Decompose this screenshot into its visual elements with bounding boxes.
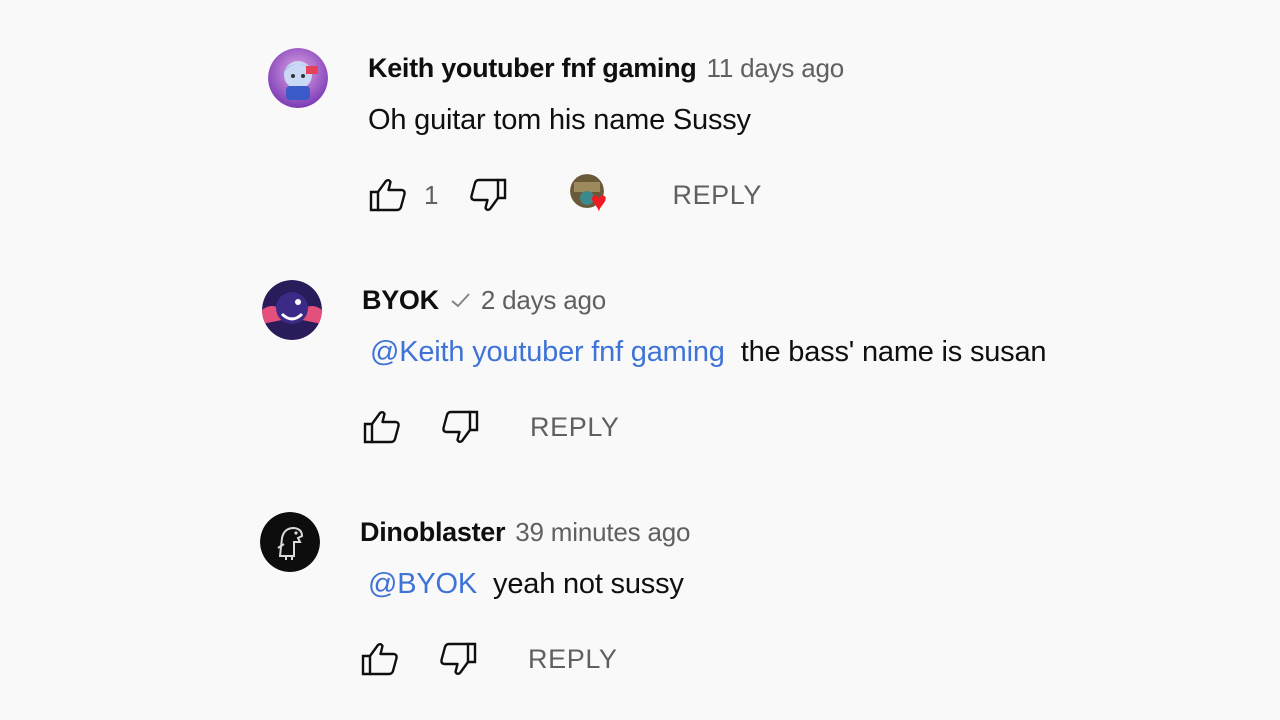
anime-character-avatar-icon: [268, 48, 328, 108]
comment-text: @BYOK yeah not sussy: [368, 560, 1220, 608]
reply-button[interactable]: REPLY: [530, 412, 620, 443]
like-button[interactable]: [368, 175, 408, 215]
comment-author[interactable]: Keith youtuber fnf gaming: [368, 53, 697, 84]
thumbs-up-icon: [369, 179, 406, 212]
comment-actions: 1 ♥ REPLY: [368, 170, 1228, 220]
like-button[interactable]: [362, 407, 402, 447]
comment-content: Oh guitar tom his name Sussy: [368, 104, 751, 136]
dark-character-avatar-icon: [262, 280, 322, 340]
mention-link[interactable]: @BYOK: [368, 568, 477, 600]
comment-time[interactable]: 11 days ago: [706, 53, 844, 84]
comment-text: @Keith youtuber fnf gaming the bass' name…: [370, 328, 1222, 376]
like-count: 1: [424, 179, 439, 210]
reply-button[interactable]: REPLY: [672, 180, 762, 211]
dislike-button[interactable]: [438, 639, 478, 679]
heart-icon: ♥: [590, 186, 608, 217]
comment-header: Dinoblaster 39 minutes ago: [360, 508, 1220, 556]
comment-content: the bass' name is susan: [740, 336, 1047, 368]
thumbs-down-icon: [442, 410, 479, 443]
creator-heart-badge: ♥: [570, 174, 622, 216]
like-button[interactable]: [360, 639, 400, 679]
comment-author[interactable]: BYOK: [362, 285, 439, 316]
comment-body: Keith youtuber fnf gaming 11 days ago Oh…: [368, 44, 1228, 220]
comment-actions: REPLY: [360, 634, 1220, 684]
avatar-byok[interactable]: [262, 280, 322, 340]
thumbs-up-icon: [363, 411, 400, 444]
comment-content: yeah not sussy: [493, 568, 684, 600]
comment-header: BYOK 2 days ago: [362, 276, 1222, 324]
thumbs-down-icon: [470, 178, 507, 211]
comment-header: Keith youtuber fnf gaming 11 days ago: [368, 44, 1228, 92]
mention-link[interactable]: @Keith youtuber fnf gaming: [370, 336, 725, 368]
avatar-dinoblaster[interactable]: [260, 512, 320, 572]
verified-check-icon: [449, 291, 471, 309]
dino-avatar-icon: [260, 512, 320, 572]
thumbs-up-icon: [361, 643, 398, 676]
comment-time[interactable]: 2 days ago: [481, 285, 606, 316]
comment-author[interactable]: Dinoblaster: [360, 517, 506, 548]
comment-text: Oh guitar tom his name Sussy: [368, 96, 1228, 144]
comment-actions: REPLY: [362, 402, 1222, 452]
reply-button[interactable]: REPLY: [528, 644, 618, 675]
dislike-button[interactable]: [468, 175, 508, 215]
avatar-keith[interactable]: [268, 48, 328, 108]
comment-body: BYOK 2 days ago @Keith youtuber fnf gami…: [362, 276, 1222, 452]
dislike-button[interactable]: [440, 407, 480, 447]
comment-time[interactable]: 39 minutes ago: [515, 517, 690, 548]
thumbs-down-icon: [440, 642, 477, 675]
comment-body: Dinoblaster 39 minutes ago @BYOK yeah not…: [360, 508, 1220, 684]
